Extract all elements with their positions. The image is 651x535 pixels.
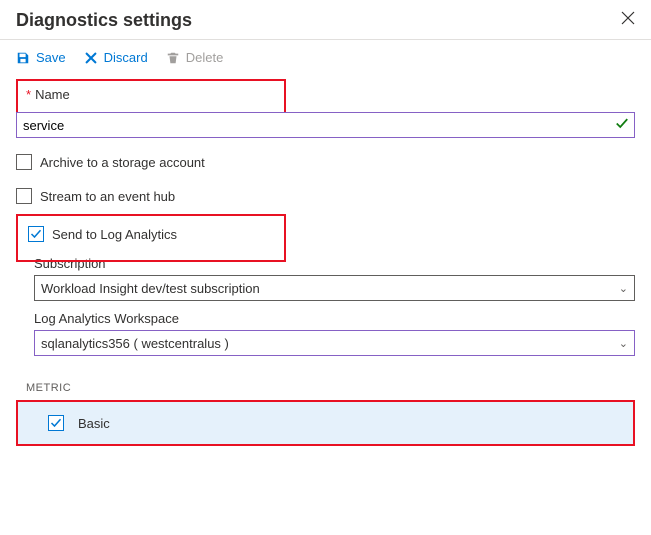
workspace-select[interactable]: sqlanalytics356 ( westcentralus ) ⌄ (34, 330, 635, 356)
chevron-down-icon: ⌄ (619, 337, 628, 350)
validation-check-icon (615, 117, 629, 134)
workspace-value: sqlanalytics356 ( westcentralus ) (41, 336, 229, 351)
name-input[interactable] (16, 112, 635, 138)
archive-option[interactable]: Archive to a storage account (16, 154, 635, 170)
log-analytics-option[interactable]: Send to Log Analytics (28, 226, 274, 242)
metric-basic-row[interactable]: Basic (18, 402, 633, 444)
save-icon (16, 51, 30, 65)
subscription-select[interactable]: Workload Insight dev/test subscription ⌄ (34, 275, 635, 301)
close-icon (621, 11, 635, 25)
archive-label: Archive to a storage account (40, 155, 205, 170)
discard-label: Discard (104, 50, 148, 65)
trash-icon (166, 51, 180, 65)
save-button[interactable]: Save (16, 50, 66, 65)
stream-checkbox[interactable] (16, 188, 32, 204)
metric-basic-label: Basic (78, 416, 110, 431)
metric-basic-checkbox[interactable] (48, 415, 64, 431)
archive-checkbox[interactable] (16, 154, 32, 170)
workspace-label: Log Analytics Workspace (34, 311, 635, 326)
log-analytics-highlight: Send to Log Analytics (16, 214, 286, 262)
close-button[interactable] (621, 11, 635, 30)
log-analytics-checkbox[interactable] (28, 226, 44, 242)
discard-icon (84, 51, 98, 65)
chevron-down-icon: ⌄ (619, 282, 628, 295)
page-title: Diagnostics settings (16, 10, 192, 31)
save-label: Save (36, 50, 66, 65)
log-analytics-label: Send to Log Analytics (52, 227, 177, 242)
delete-button: Delete (166, 50, 224, 65)
stream-option[interactable]: Stream to an event hub (16, 188, 635, 204)
toolbar: Save Discard Delete (0, 40, 651, 75)
discard-button[interactable]: Discard (84, 50, 148, 65)
delete-label: Delete (186, 50, 224, 65)
stream-label: Stream to an event hub (40, 189, 175, 204)
metric-highlight: Basic (16, 400, 635, 446)
metric-section-label: METRIC (26, 382, 635, 394)
subscription-value: Workload Insight dev/test subscription (41, 281, 260, 296)
